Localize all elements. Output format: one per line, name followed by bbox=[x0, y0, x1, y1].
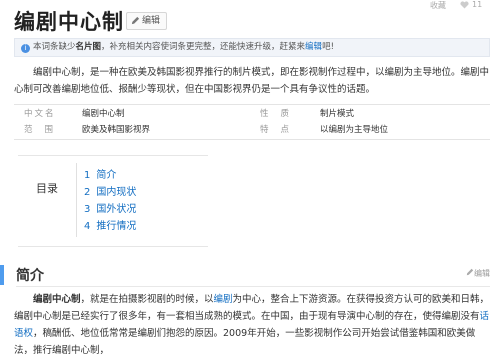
toc-item-foreign[interactable]: 3 国外状况 bbox=[84, 203, 136, 217]
notice-bold: 名片图 bbox=[75, 42, 102, 52]
section-divider bbox=[16, 286, 490, 287]
info-icon: i bbox=[21, 44, 30, 53]
lead-term: 编剧中心制 bbox=[33, 294, 81, 305]
edit-button-label: 编辑 bbox=[142, 16, 161, 26]
notice-bar: i 本词条缺少名片图，补充相关内容使词条更完整，还能快速升级，赶紧来编辑吧! bbox=[14, 38, 490, 57]
favorite-label[interactable]: 收藏 bbox=[430, 0, 446, 11]
info-value: 以编剧为主导地位 bbox=[320, 125, 389, 135]
info-divider-top bbox=[14, 104, 490, 105]
info-key: 特点 bbox=[260, 125, 302, 135]
info-key: 性质 bbox=[260, 109, 302, 119]
info-divider-bottom bbox=[14, 139, 490, 140]
info-key: 范围 bbox=[24, 125, 66, 135]
info-value: 编剧中心制 bbox=[82, 109, 125, 119]
edit-button[interactable]: 编辑 bbox=[126, 12, 168, 30]
section-title: 简介 bbox=[16, 268, 44, 284]
toc-item-domestic[interactable]: 2 国内现状 bbox=[84, 186, 136, 200]
pencil-icon bbox=[466, 268, 474, 276]
toc-divider bbox=[76, 163, 77, 237]
notice-edit-link[interactable]: 编辑 bbox=[305, 42, 322, 52]
notice-suffix: 吧! bbox=[322, 42, 334, 52]
info-row: 范围 欧美及韩国影视界 特点 以编剧为主导地位 bbox=[14, 122, 490, 138]
top-toolbar: 收藏 11 bbox=[428, 0, 500, 14]
intro-text: 编剧中心制，是一种在欧美及韩国影视界推行的制片模式，即在影视制作过程中，以编剧为… bbox=[14, 67, 490, 95]
link-screenwriter[interactable]: 编剧 bbox=[214, 294, 233, 305]
toc-item-intro[interactable]: 1 简介 bbox=[84, 169, 116, 183]
intro-summary: 编剧中心制，是一种在欧美及韩国影视界推行的制片模式，即在影视制作过程中，以编剧为… bbox=[14, 64, 490, 98]
info-key: 中文名 bbox=[24, 109, 56, 119]
like-count: 11 bbox=[472, 0, 483, 9]
like-icon[interactable] bbox=[460, 1, 469, 9]
toc-heading: 目录 bbox=[36, 182, 58, 195]
info-value: 欧美及韩国影视界 bbox=[82, 125, 151, 135]
page-title: 编剧中心制 bbox=[14, 10, 124, 34]
toc-item-promotion[interactable]: 4 推行情况 bbox=[84, 220, 136, 234]
section-edit-button[interactable]: 编辑 bbox=[466, 268, 490, 279]
notice-prefix: 本词条缺少 bbox=[33, 42, 76, 52]
info-value: 制片模式 bbox=[320, 109, 355, 119]
section-body: 编剧中心制，就是在拍摄影视剧的时候，以编剧为中心，整合上下游资源。在获得投资方认… bbox=[14, 294, 490, 356]
info-row: 中文名 编剧中心制 性质 制片模式 bbox=[14, 106, 490, 122]
notice-middle: ，补充相关内容使词条更完整，还能快速升级，赶紧来 bbox=[101, 42, 306, 52]
pencil-icon bbox=[131, 16, 140, 25]
section-marker bbox=[0, 265, 4, 285]
